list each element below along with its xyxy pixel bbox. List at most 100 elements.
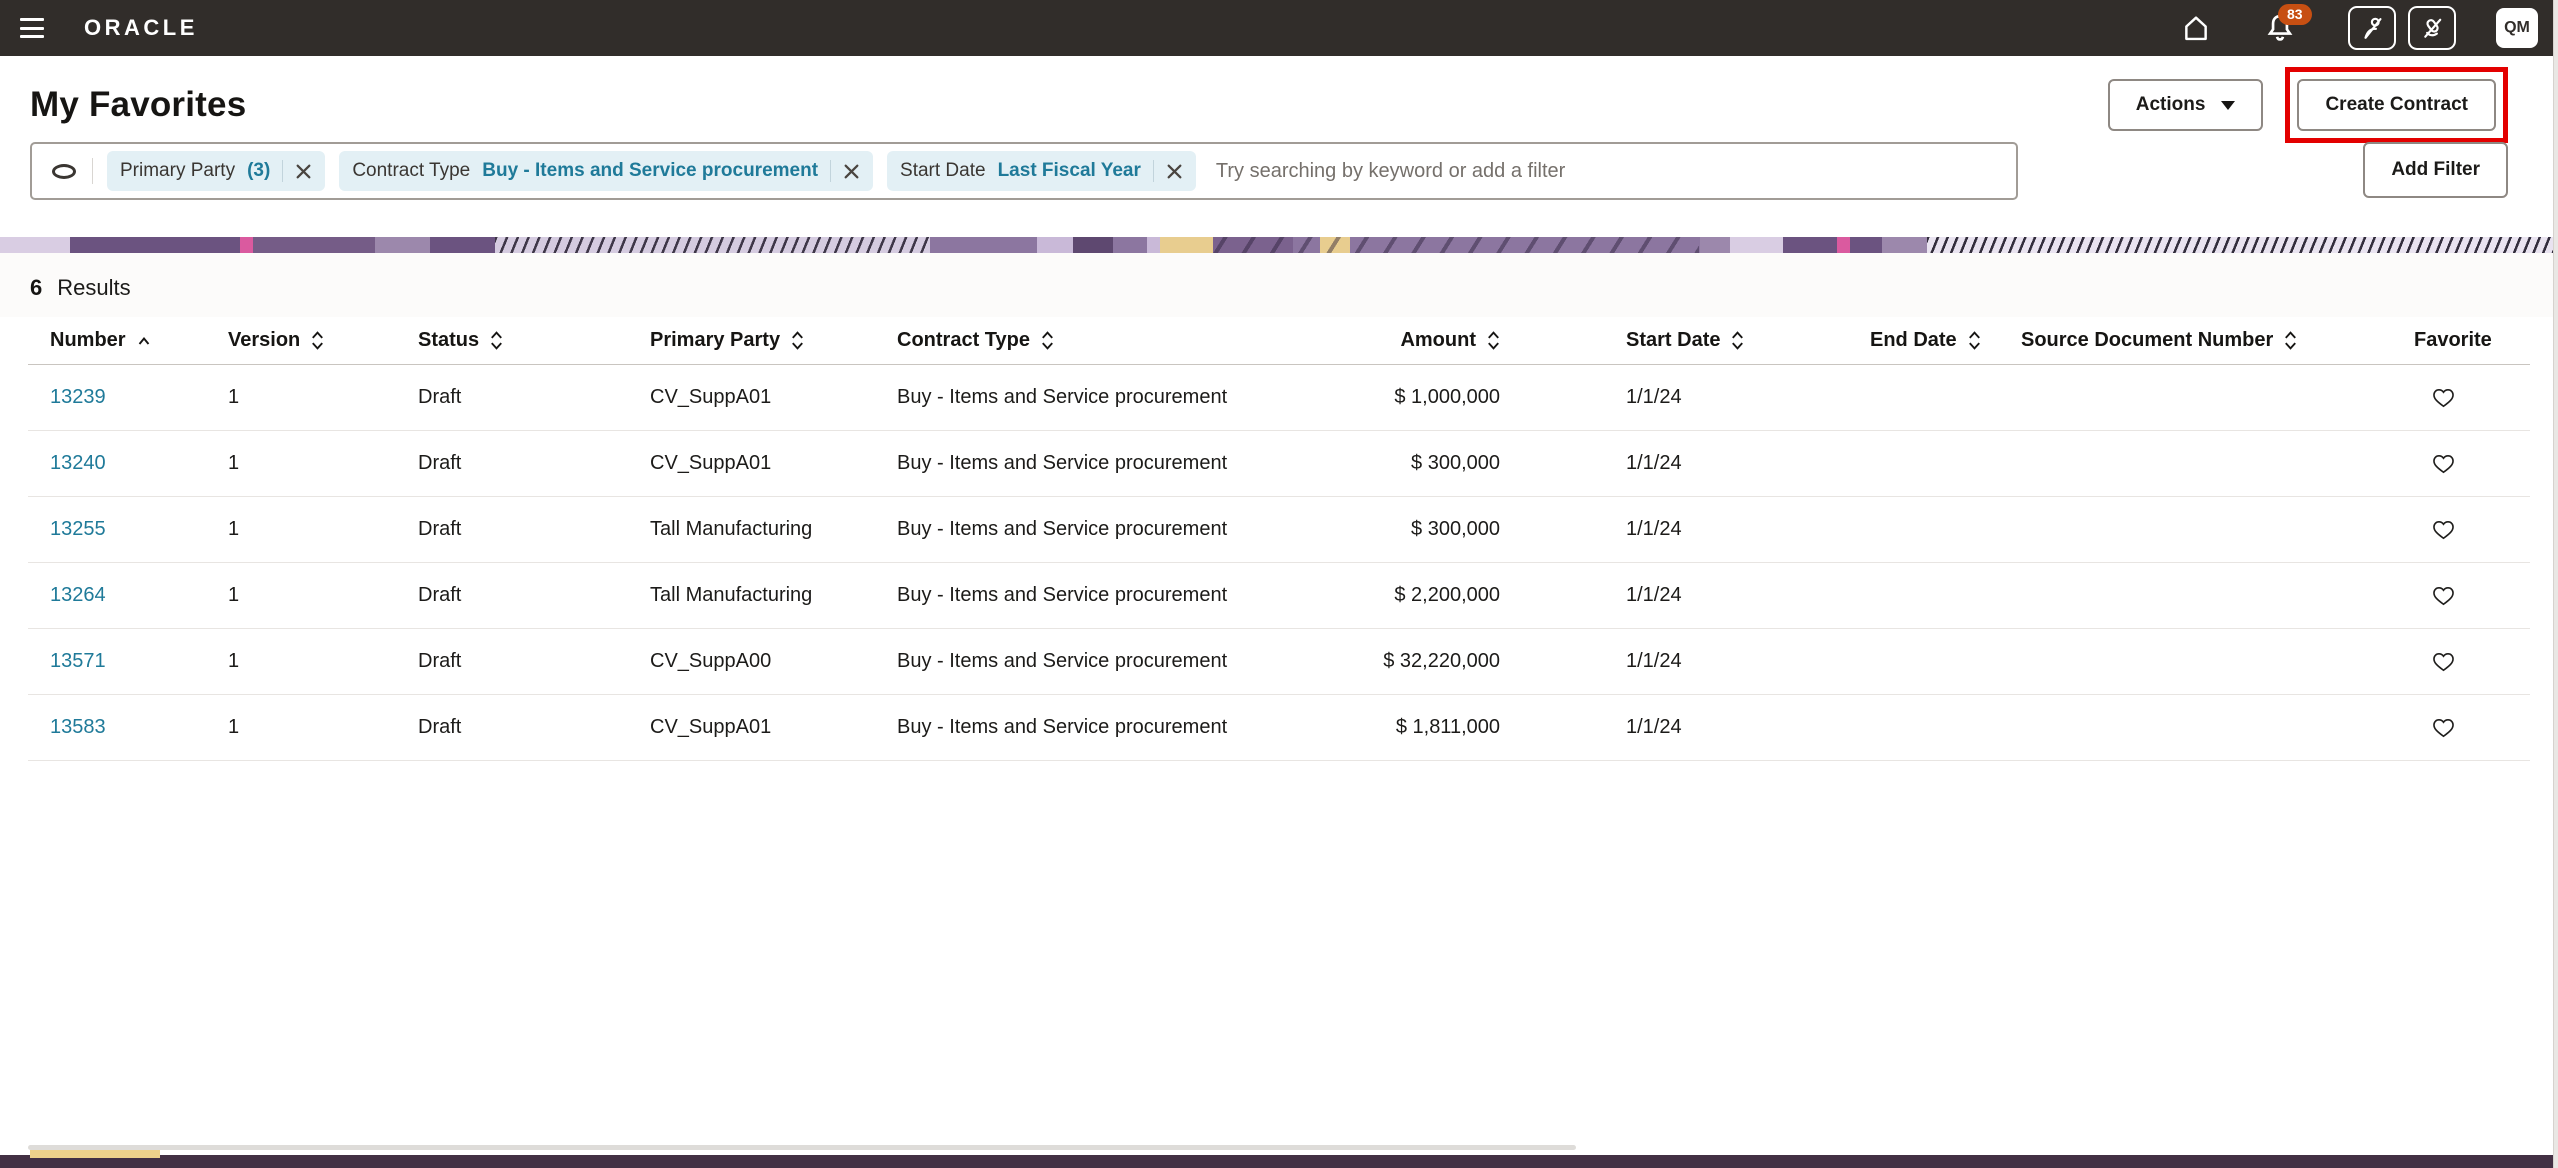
page-title: My Favorites xyxy=(30,85,246,125)
divider xyxy=(282,160,283,182)
contract-number-link[interactable]: 13583 xyxy=(50,716,106,739)
results-count: 6 xyxy=(30,275,42,301)
close-icon[interactable] xyxy=(1166,163,1183,180)
contract-number-link[interactable]: 13240 xyxy=(50,452,106,475)
contract-number-link[interactable]: 13255 xyxy=(50,518,106,541)
divider xyxy=(1153,160,1154,182)
cell-end-date xyxy=(1870,629,2021,694)
mic-slash-icon xyxy=(2419,15,2445,41)
cell-start-date: 1/1/24 xyxy=(1500,431,1870,496)
results-bar: 6 Results xyxy=(0,253,2558,317)
cell-contract-type: Buy - Items and Service procurement xyxy=(897,497,1355,562)
close-icon[interactable] xyxy=(295,163,312,180)
add-filter-button[interactable]: Add Filter xyxy=(2363,142,2508,198)
create-contract-button[interactable]: Create Contract xyxy=(2297,79,2496,131)
cell-source-document-number xyxy=(2021,563,2414,628)
column-header-source-document-number[interactable]: Source Document Number xyxy=(2021,317,2414,364)
column-header-start-date[interactable]: Start Date xyxy=(1500,317,1870,364)
table-row[interactable]: 13240 1 Draft CV_SuppA01 Buy - Items and… xyxy=(28,431,2530,497)
table-row[interactable]: 13583 1 Draft CV_SuppA01 Buy - Items and… xyxy=(28,695,2530,761)
divider xyxy=(830,160,831,182)
cell-source-document-number xyxy=(2021,497,2414,562)
column-header-end-date[interactable]: End Date xyxy=(1870,317,2021,364)
cell-amount: $ 32,220,000 xyxy=(1355,629,1500,694)
cell-amount: $ 1,000,000 xyxy=(1355,365,1500,430)
table-row[interactable]: 13571 1 Draft CV_SuppA00 Buy - Items and… xyxy=(28,629,2530,695)
filter-row: Primary Party (3) Contract Type Buy - It… xyxy=(30,142,2508,200)
sort-icon xyxy=(1968,330,1981,351)
cell-version: 1 xyxy=(228,629,418,694)
column-header-amount[interactable]: Amount xyxy=(1355,317,1500,364)
chip-label: Primary Party xyxy=(120,160,235,182)
table-row[interactable]: 13239 1 Draft CV_SuppA01 Buy - Items and… xyxy=(28,365,2530,431)
sort-icon xyxy=(490,330,503,351)
close-icon[interactable] xyxy=(843,163,860,180)
pattern-hatch xyxy=(495,237,930,253)
cell-start-date: 1/1/24 xyxy=(1500,563,1870,628)
favorite-heart-icon[interactable] xyxy=(2432,717,2455,738)
mic-slash-icon-button[interactable] xyxy=(2408,6,2456,50)
table-row[interactable]: 13255 1 Draft Tall Manufacturing Buy - I… xyxy=(28,497,2530,563)
chip-value: (3) xyxy=(247,160,270,182)
column-header-number[interactable]: Number xyxy=(28,317,228,364)
cell-version: 1 xyxy=(228,695,418,760)
search-input[interactable] xyxy=(1216,160,2002,183)
home-icon[interactable] xyxy=(2180,13,2212,43)
vertical-scrollbar[interactable] xyxy=(2553,0,2558,1168)
cell-contract-type: Buy - Items and Service procurement xyxy=(897,563,1355,628)
cell-end-date xyxy=(1870,431,2021,496)
column-header-version[interactable]: Version xyxy=(228,317,418,364)
pattern-chevrons xyxy=(1212,237,1698,253)
sort-icon xyxy=(311,330,324,351)
cell-start-date: 1/1/24 xyxy=(1500,365,1870,430)
cell-status: Draft xyxy=(418,695,650,760)
cell-primary-party: Tall Manufacturing xyxy=(650,563,897,628)
cell-end-date xyxy=(1870,365,2021,430)
sort-ascending-icon xyxy=(137,336,151,346)
footer-accent-segment xyxy=(30,1150,160,1158)
filter-chip-primary-party[interactable]: Primary Party (3) xyxy=(107,151,325,191)
divider xyxy=(92,158,93,184)
column-header-primary-party[interactable]: Primary Party xyxy=(650,317,897,364)
favorite-heart-icon[interactable] xyxy=(2432,585,2455,606)
contract-number-link[interactable]: 13264 xyxy=(50,584,106,607)
cell-status: Draft xyxy=(418,497,650,562)
cell-amount: $ 300,000 xyxy=(1355,497,1500,562)
chip-value: Buy - Items and Service procurement xyxy=(482,160,818,182)
cell-amount: $ 1,811,000 xyxy=(1355,695,1500,760)
favorite-heart-icon[interactable] xyxy=(2432,453,2455,474)
table-row[interactable]: 13264 1 Draft Tall Manufacturing Buy - I… xyxy=(28,563,2530,629)
sort-icon xyxy=(2284,330,2297,351)
decorative-pattern-strip xyxy=(0,237,2558,253)
actions-dropdown-button[interactable]: Actions xyxy=(2108,79,2264,131)
cell-source-document-number xyxy=(2021,431,2414,496)
cell-primary-party: CV_SuppA00 xyxy=(650,629,897,694)
filter-chip-contract-type[interactable]: Contract Type Buy - Items and Service pr… xyxy=(339,151,873,191)
contract-number-link[interactable]: 13571 xyxy=(50,650,106,673)
horizontal-scrollbar-track[interactable] xyxy=(28,1145,1576,1150)
cell-status: Draft xyxy=(418,365,650,430)
column-header-contract-type[interactable]: Contract Type xyxy=(897,317,1355,364)
notifications-bell-icon[interactable]: 83 xyxy=(2264,12,2296,44)
column-header-status[interactable]: Status xyxy=(418,317,650,364)
notification-count-badge: 83 xyxy=(2278,4,2312,25)
search-collection-icon xyxy=(52,164,76,179)
menu-icon[interactable] xyxy=(20,18,46,38)
page-header: My Favorites Actions Create Contract xyxy=(30,76,2508,134)
person-slash-icon-button[interactable] xyxy=(2348,6,2396,50)
chip-label: Contract Type xyxy=(352,160,470,182)
favorite-heart-icon[interactable] xyxy=(2432,651,2455,672)
search-bar[interactable]: Primary Party (3) Contract Type Buy - It… xyxy=(30,142,2018,200)
cell-status: Draft xyxy=(418,431,650,496)
favorite-heart-icon[interactable] xyxy=(2432,387,2455,408)
user-avatar[interactable]: QM xyxy=(2496,8,2538,48)
annotation-highlight-box: Create Contract xyxy=(2285,67,2508,143)
filter-chip-start-date[interactable]: Start Date Last Fiscal Year xyxy=(887,151,1196,191)
favorite-heart-icon[interactable] xyxy=(2432,519,2455,540)
sort-icon xyxy=(1041,330,1054,351)
chip-label: Start Date xyxy=(900,160,986,182)
contract-number-link[interactable]: 13239 xyxy=(50,386,106,409)
cell-version: 1 xyxy=(228,431,418,496)
cell-contract-type: Buy - Items and Service procurement xyxy=(897,365,1355,430)
column-header-favorite: Favorite xyxy=(2414,317,2530,364)
